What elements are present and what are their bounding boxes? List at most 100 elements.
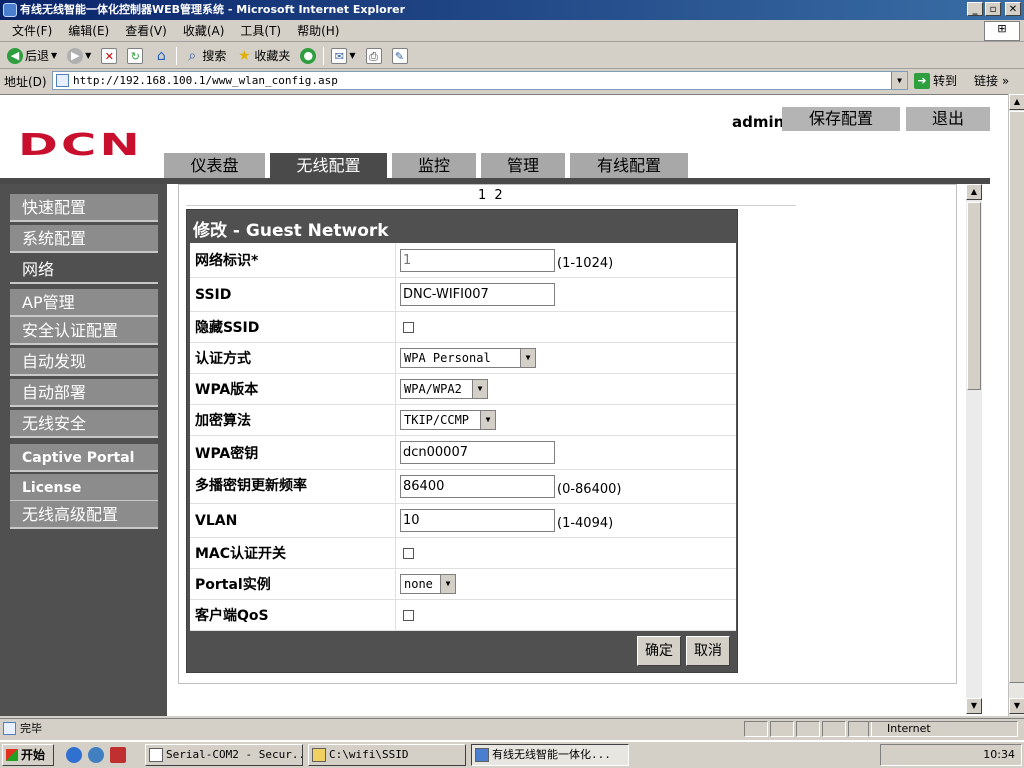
sidebar-item-wireless-advanced[interactable]: 无线高级配置 xyxy=(10,501,158,529)
menu-file[interactable]: 文件(F) xyxy=(4,22,60,39)
forward-dropdown-icon[interactable]: ▼ xyxy=(85,51,91,60)
minimize-button[interactable]: _ xyxy=(967,2,983,16)
scroll-up-icon[interactable]: ▲ xyxy=(1009,94,1024,110)
menu-edit[interactable]: 编辑(E) xyxy=(60,22,117,39)
stop-button[interactable]: ✕ xyxy=(98,47,120,64)
tab-management[interactable]: 管理 xyxy=(481,153,565,178)
wpa-key-input[interactable]: dcn00007 xyxy=(400,441,555,464)
vlan-input[interactable]: 10 xyxy=(400,509,555,532)
client-qos-checkbox[interactable] xyxy=(403,609,414,621)
sidebar-item-system-config[interactable]: 系统配置 xyxy=(10,225,158,253)
back-arrow-icon: ◀ xyxy=(7,47,23,64)
hide-ssid-checkbox[interactable] xyxy=(403,321,414,333)
row-auth-method: 认证方式 WPA Personal ▼ xyxy=(190,343,736,374)
sidebar-item-license[interactable]: License xyxy=(10,474,158,502)
address-dropdown-icon[interactable]: ▼ xyxy=(891,72,907,89)
auth-method-value: WPA Personal xyxy=(404,351,491,365)
title-bar: 有线无线智能一体化控制器WEB管理系统 - Microsoft Internet… xyxy=(0,0,1024,20)
row-portal-instance: Portal实例 none ▼ xyxy=(190,569,736,600)
network-id-range: (1-1024) xyxy=(557,255,614,271)
star-icon: ★ xyxy=(238,47,251,64)
taskbar-item-serial[interactable]: Serial-COM2 - Secur... xyxy=(145,744,303,766)
maximize-button[interactable]: ▫ xyxy=(985,2,1001,16)
divider xyxy=(186,205,796,206)
browser-quicklaunch-icon[interactable] xyxy=(88,747,104,763)
toolbar-separator xyxy=(176,46,178,65)
multicast-rekey-input[interactable]: 86400 xyxy=(400,475,555,498)
edit-button[interactable]: ✎ xyxy=(389,47,411,64)
sidebar-item-quick-config[interactable]: 快速配置 xyxy=(10,194,158,222)
row-encryption: 加密算法 TKIP/CCMP ▼ xyxy=(190,405,736,436)
home-button[interactable]: ⌂ xyxy=(150,48,172,64)
save-config-button[interactable]: 保存配置 xyxy=(782,107,900,131)
auth-method-select[interactable]: WPA Personal ▼ xyxy=(400,348,536,368)
refresh-button[interactable]: ↻ xyxy=(124,47,146,64)
scroll-down-icon[interactable]: ▼ xyxy=(966,698,982,714)
go-button[interactable]: ➜ 转到 xyxy=(914,72,957,89)
address-input[interactable]: http://192.168.100.1/www_wlan_config.asp… xyxy=(52,71,908,90)
page-icon xyxy=(56,74,69,87)
vlan-range: (1-4094) xyxy=(557,516,614,531)
chevron-down-icon: ▼ xyxy=(520,349,535,367)
sidebar-item-auto-discovery[interactable]: 自动发现 xyxy=(10,348,158,376)
search-button[interactable]: ⌕ 搜索 xyxy=(181,47,229,64)
taskbar-item-folder[interactable]: C:\wifi\SSID xyxy=(308,744,466,766)
folder-icon xyxy=(312,748,326,762)
mail-button[interactable]: ✉ ▼ xyxy=(328,47,358,64)
media-button[interactable]: ● xyxy=(297,47,319,64)
menu-favorites[interactable]: 收藏(A) xyxy=(175,22,233,39)
form-table: 网络标识* 1 (1-1024) SSID DNC-WIFI007 隐藏SSID… xyxy=(190,243,736,631)
scroll-thumb[interactable] xyxy=(1009,111,1024,683)
logout-button[interactable]: 退出 xyxy=(906,107,990,131)
back-button[interactable]: ◀ 后退 ▼ xyxy=(4,47,60,64)
sidebar-item-captive-portal[interactable]: Captive Portal xyxy=(10,444,158,472)
ie-quicklaunch-icon[interactable] xyxy=(66,747,82,763)
pagination[interactable]: 1 2 xyxy=(478,188,505,203)
menu-tools[interactable]: 工具(T) xyxy=(232,22,289,39)
sidebar-item-ap-management[interactable]: AP管理 xyxy=(10,289,158,317)
links-button[interactable]: 链接 » xyxy=(974,72,1009,89)
ok-button[interactable]: 确定 xyxy=(637,636,681,666)
status-zone xyxy=(744,721,768,737)
back-dropdown-icon[interactable]: ▼ xyxy=(51,51,57,60)
close-button[interactable]: ✕ xyxy=(1005,2,1021,16)
scroll-thumb[interactable] xyxy=(967,202,981,390)
menu-help[interactable]: 帮助(H) xyxy=(289,22,347,39)
app-quicklaunch-icon[interactable] xyxy=(110,747,126,763)
taskbar-item-browser[interactable]: 有线无线智能一体化... xyxy=(471,744,629,766)
tab-wireless-config[interactable]: 无线配置 xyxy=(270,153,387,178)
current-user: admin xyxy=(732,113,785,131)
portal-instance-select[interactable]: none ▼ xyxy=(400,574,456,594)
tab-dashboard[interactable]: 仪表盘 xyxy=(164,153,265,178)
mail-icon: ✉ xyxy=(331,47,348,64)
ssid-input[interactable]: DNC-WIFI007 xyxy=(400,283,555,306)
tab-wired-config[interactable]: 有线配置 xyxy=(570,153,688,178)
dcn-logo: DCN xyxy=(18,128,143,163)
mac-auth-checkbox[interactable] xyxy=(403,547,414,559)
favorites-button[interactable]: ★ 收藏夹 xyxy=(233,47,293,64)
row-multicast-rekey: 多播密钥更新频率 86400 (0-86400) xyxy=(190,470,736,504)
portal-instance-label: Portal实例 xyxy=(190,569,396,599)
cancel-button[interactable]: 取消 xyxy=(686,636,730,666)
scroll-down-icon[interactable]: ▼ xyxy=(1009,698,1024,714)
sidebar-item-wireless-security[interactable]: 无线安全 xyxy=(10,410,158,438)
sidebar-item-auto-deploy[interactable]: 自动部署 xyxy=(10,379,158,407)
content-scrollbar[interactable]: ▲ ▼ xyxy=(966,184,982,714)
encryption-select[interactable]: TKIP/CCMP ▼ xyxy=(400,410,496,430)
page-done-icon xyxy=(3,722,16,735)
scroll-up-icon[interactable]: ▲ xyxy=(966,184,982,200)
media-icon: ● xyxy=(300,47,317,64)
network-id-input[interactable]: 1 xyxy=(400,248,555,272)
print-button[interactable]: ⎙ xyxy=(363,47,385,64)
browser-scrollbar[interactable]: ▲ ▼ xyxy=(1008,94,1024,716)
sidebar-item-network[interactable]: 网络 xyxy=(10,256,158,284)
tab-monitor[interactable]: 监控 xyxy=(392,153,476,178)
wpa-version-label: WPA版本 xyxy=(190,374,396,404)
sidebar-item-security-auth[interactable]: 安全认证配置 xyxy=(10,317,158,345)
taskbar: 开始 Serial-COM2 - Secur... C:\wifi\SSID 有… xyxy=(0,740,1024,768)
wpa-version-select[interactable]: WPA/WPA2 ▼ xyxy=(400,379,488,399)
menu-view[interactable]: 查看(V) xyxy=(117,22,175,39)
forward-button[interactable]: ▶ ▼ xyxy=(64,47,94,64)
start-button[interactable]: 开始 xyxy=(2,744,54,766)
row-wpa-key: WPA密钥 dcn00007 xyxy=(190,436,736,470)
